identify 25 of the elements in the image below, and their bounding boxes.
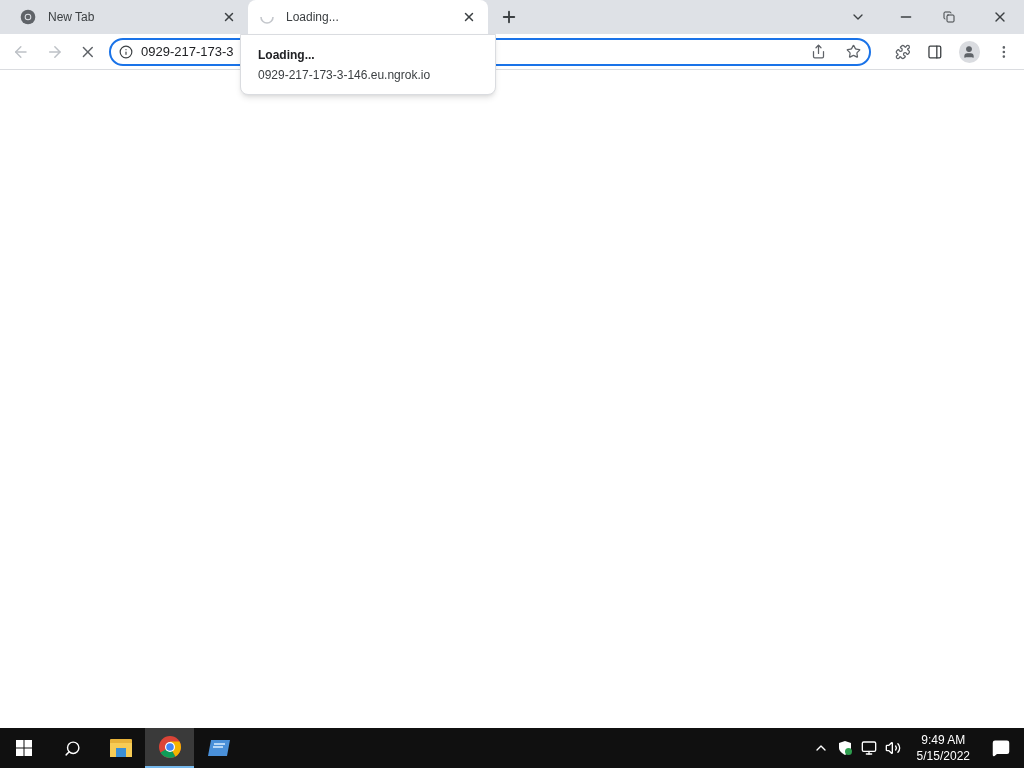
windows-icon — [16, 740, 32, 756]
folder-icon — [108, 738, 133, 758]
browser-tab[interactable]: Loading... — [248, 0, 488, 34]
shield-icon[interactable] — [836, 740, 853, 756]
profile-avatar[interactable] — [958, 40, 981, 63]
volume-icon[interactable] — [884, 740, 901, 756]
browser-tab[interactable]: New Tab — [8, 0, 248, 34]
close-icon[interactable] — [462, 10, 476, 24]
hover-card-title: Loading... — [258, 47, 316, 63]
spinner-icon — [260, 16, 274, 24]
share-icon[interactable] — [811, 44, 827, 59]
new-tab-icon[interactable] — [500, 8, 518, 26]
hover-card-url: 0929-217-173-3-146.eu.ngrok.io — [258, 67, 432, 84]
extensions-icon[interactable] — [895, 43, 911, 60]
taskbar-app[interactable] — [145, 728, 194, 768]
restore-icon[interactable] — [943, 11, 955, 23]
url-text: 0929-217-173-3 — [141, 42, 234, 61]
clock[interactable]: 9:49 AM 5/15/2022 — [908, 732, 978, 764]
search-icon — [63, 739, 81, 757]
close-icon[interactable] — [222, 10, 236, 24]
app-window-icon — [206, 738, 231, 758]
notifications-icon[interactable] — [992, 739, 1010, 757]
info-icon[interactable] — [119, 44, 133, 59]
bookmark-star-icon[interactable] — [846, 44, 862, 59]
side-panel-icon[interactable] — [926, 43, 943, 60]
